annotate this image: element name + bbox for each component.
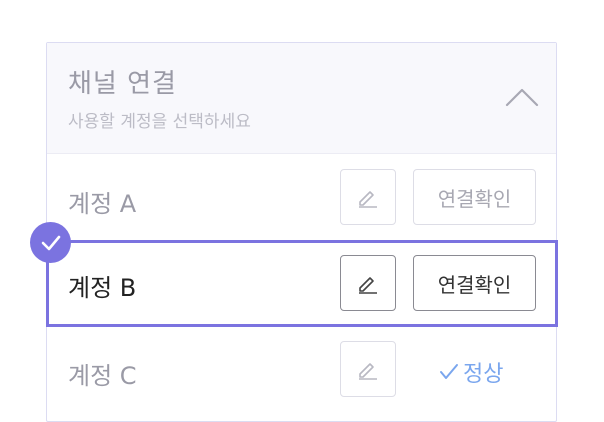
panel-title: 채널 연결 (68, 69, 177, 99)
check-connection-button[interactable]: 연결확인 (413, 169, 536, 225)
selected-check-badge (30, 222, 71, 263)
account-name: 계정 C (68, 362, 137, 390)
status-label: 정상 (463, 362, 504, 387)
pencil-icon (359, 277, 377, 294)
edit-button[interactable] (340, 255, 396, 311)
account-row-b-selected[interactable]: 계정 B 연결확인 (46, 240, 558, 327)
edit-button[interactable] (340, 341, 396, 397)
check-icon (440, 364, 458, 379)
pencil-icon (359, 191, 377, 208)
collapse-button[interactable] (505, 87, 539, 107)
account-row-a[interactable]: 계정 A 연결확인 (47, 154, 556, 240)
account-row-c[interactable]: 계정 C 정상 (47, 326, 556, 412)
channel-connect-panel: 채널 연결 사용할 계정을 선택하세요 계정 A 연결확인 계정 C 정상 (46, 42, 557, 422)
check-icon (41, 235, 60, 250)
edit-button[interactable] (340, 169, 396, 225)
pencil-icon (359, 363, 377, 380)
account-name: 계정 A (68, 190, 137, 218)
connection-status: 정상 (439, 356, 503, 388)
account-name: 계정 B (68, 274, 137, 302)
chevron-up-icon (505, 88, 539, 107)
panel-header: 채널 연결 사용할 계정을 선택하세요 (47, 43, 556, 154)
check-connection-button[interactable]: 연결확인 (413, 255, 536, 311)
panel-subtitle: 사용할 계정을 선택하세요 (68, 112, 251, 132)
